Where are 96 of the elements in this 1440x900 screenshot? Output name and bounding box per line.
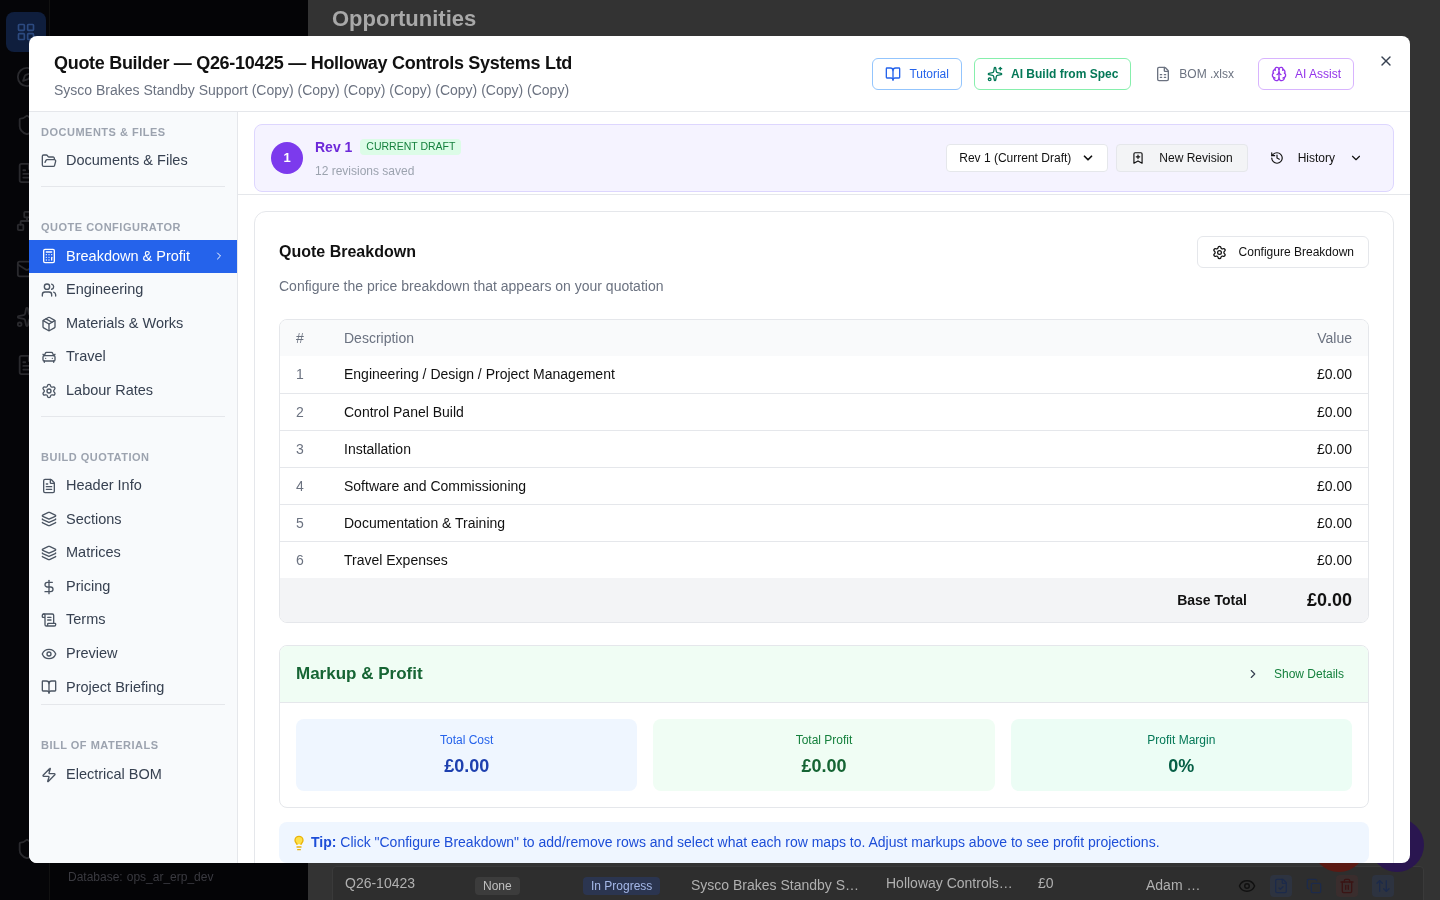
draft-badge: CURRENT DRAFT [360,139,462,155]
lightning-icon [41,766,57,783]
dialog-subtitle: Sysco Brakes Standby Support (Copy) (Copy) (Copy) (Copy) (Copy) (Copy) (Copy) [54,81,571,100]
nav-item[interactable]: Pricing [29,569,237,604]
opportunity-title: Sysco Brakes Standby S… [691,876,860,895]
book-icon [885,66,902,82]
stat-value: £0.00 [444,754,490,778]
box-icon [41,315,57,332]
table-cell-text: Control Panel Build [344,402,465,422]
nav-item[interactable]: Materials & Works [29,306,237,341]
dollar-icon [41,578,57,595]
row-number: 6 [296,550,305,570]
scroll-icon [41,612,57,629]
layers-icon [41,511,57,528]
status-tag: In Progress [583,877,661,895]
database-label: Database: [68,869,123,886]
layers-icon [41,545,57,562]
nav-item[interactable]: Breakdown & Profit [29,239,237,274]
users-icon [41,282,57,298]
toolbar-button[interactable]: Tutorial [872,58,962,90]
section-heading: DOCUMENTS & FILES [40,125,167,140]
history-button[interactable]: History [1255,144,1377,172]
nav-item[interactable]: Terms [29,603,237,638]
toolbar-button[interactable]: AI Build from Spec [973,58,1132,90]
calculator-icon [41,248,57,265]
column-header: Description [344,328,416,348]
nav-item[interactable]: Electrical BOM [29,757,237,792]
folder-icon [41,153,57,170]
history-icon [1269,151,1284,165]
nav-item[interactable]: Matrices [29,536,237,570]
stat-label: Profit Margin [1147,731,1216,749]
row-number: 4 [296,476,305,496]
lightbulb-icon [291,834,307,851]
row-number: 2 [296,402,305,422]
gear-icon [41,382,57,399]
table-cell-text: £0.00 [1316,513,1352,533]
revision-select[interactable]: Rev 1 (Current Draft) [946,144,1109,172]
toolbar-button[interactable]: AI Assist [1258,58,1354,90]
nav-item[interactable]: Sections [29,502,237,537]
card-title: Quote Breakdown [279,242,416,262]
show-details-button[interactable]: Show Details [1245,665,1352,683]
table-cell-text: £0.00 [1316,365,1352,384]
revision-count: 12 revisions saved [315,162,416,180]
customer-name: Holloway Controls… [886,874,1013,893]
table-cell-text: Software and Commissioning [344,476,528,496]
quote-number: Q26-10423 [345,874,416,893]
section-heading: BILL OF MATERIALS [40,738,160,754]
value-text: £0 [1038,874,1054,893]
row-number: 3 [296,439,305,459]
document-icon [41,477,57,494]
table-cell-text: Engineering / Design / Project Management [344,365,616,384]
nav-item[interactable]: Preview [29,637,237,671]
table-cell-text: Travel Expenses [344,550,449,570]
stat-label: Total Cost [440,731,494,749]
section-heading: BUILD QUOTATION [40,449,151,465]
section-heading: QUOTE CONFIGURATOR [40,220,182,236]
database-name: ops_ar_erp_dev [126,869,214,886]
nav-item[interactable]: Travel [29,340,237,374]
brain-icon [1271,66,1287,82]
table-cell-text: £0.00 [1316,402,1352,422]
row-number: 5 [296,513,305,533]
stat-value: 0% [1168,754,1195,778]
car-icon [41,349,57,366]
priority-tag: None [475,877,520,895]
gear-icon [1211,244,1227,260]
configure-button[interactable]: Configure Breakdown [1196,236,1369,268]
new-revision-button[interactable]: New Revision [1116,144,1248,172]
nav-item[interactable]: Engineering [29,273,237,307]
table-cell-text: Installation [344,439,412,459]
nav-item[interactable]: Project Briefing [29,670,237,705]
spreadsheet-icon [1155,66,1172,82]
total-label: Base Total [1177,590,1247,610]
table-cell-text: Documentation & Training [344,513,507,533]
owner-name: Adam … [1146,876,1201,895]
column-header: # [296,328,305,348]
stat-label: Total Profit [795,731,853,749]
nav-item[interactable]: Documents & Files [29,144,237,179]
nav-item[interactable]: Header Info [29,469,237,503]
page-title: Opportunities [332,5,477,33]
tip-text: Tip: Click "Configure Breakdown" to add/remove rows and select what each row maps to. Adjust markups above to see profit projections. [311,833,1160,852]
nav-item[interactable]: Labour Rates [29,373,237,408]
table-cell-text: £0.00 [1316,550,1352,570]
revision-number: 1 [271,142,303,174]
revision-label: Rev 1 [315,137,353,157]
total-value: £0.00 [1306,588,1352,612]
card-description: Configure the price breakdown that appears on your quotation [279,277,665,296]
bookmark-icon [1131,151,1146,165]
sparkle-icon [986,66,1003,82]
stat-value: £0.00 [801,754,847,778]
dialog-title: Quote Builder — Q26-10425 — Holloway Controls Systems Ltd [54,52,573,75]
table-cell-text: £0.00 [1316,476,1352,496]
table-cell-text: £0.00 [1316,439,1352,459]
column-header: Value [1317,328,1352,348]
row-number: 1 [296,365,305,384]
book-icon [41,679,57,696]
panel-title: Markup & Profit [296,663,424,686]
